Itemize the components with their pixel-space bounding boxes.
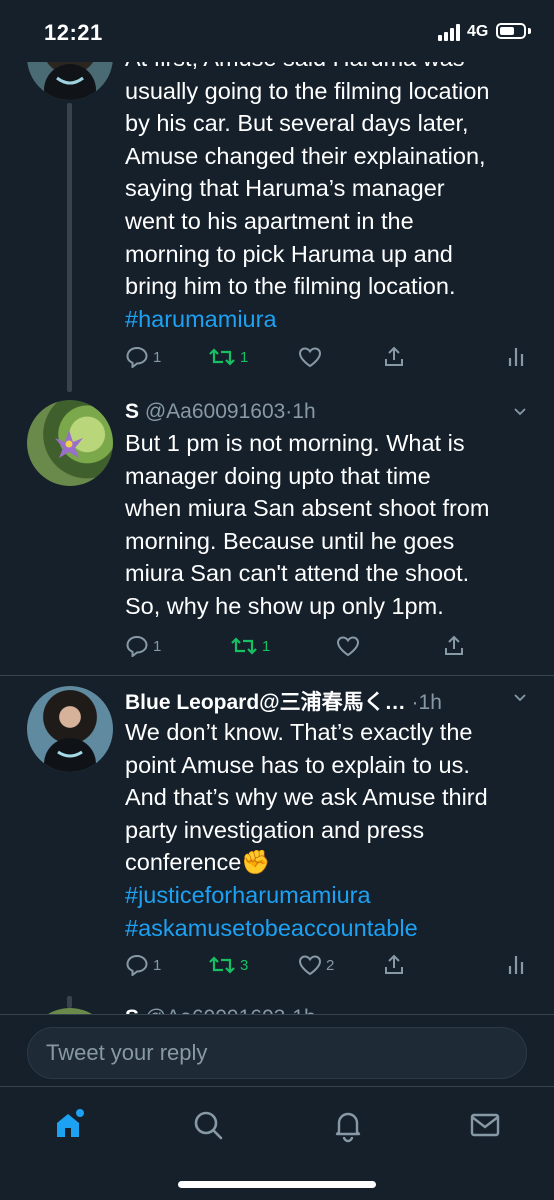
hashtag-link[interactable]: #askamusetobeaccountable [125,912,535,945]
retweet-count: 1 [240,348,249,366]
tweet-header: Blue Leopard@三浦春馬く… ·1h [125,686,442,716]
share-button[interactable] [442,632,466,660]
body-line: went to his apartment in the [125,207,414,234]
reply-count: 1 [153,956,162,974]
avatar[interactable] [27,686,113,772]
retweet-icon [231,637,257,655]
chevron-down-icon[interactable] [514,692,526,704]
tweet-actions: 1 1 [120,343,540,373]
retweet-icon [209,348,235,366]
body-line: by his car. But several days later, [125,110,469,137]
body-line: bring him to the filming location. [125,273,456,300]
home-indicator[interactable] [178,1181,376,1188]
like-count: 2 [326,956,335,974]
author-name[interactable]: S [125,400,139,423]
body-line: Amuse changed their explaination, [125,142,486,169]
avatar[interactable] [27,400,113,486]
tweet-body: At first, Amuse said Haruma was usually … [125,42,535,335]
heart-icon [298,955,322,976]
reply-bar: Tweet your reply [0,1014,554,1085]
analytics-icon [508,956,524,974]
body-line: when miura San absent shoot from [125,495,490,522]
status-bar: 12:21 4G [0,0,554,62]
like-button[interactable] [336,632,360,660]
analytics-icon [508,348,524,366]
tab-notifications[interactable] [328,1105,368,1145]
tab-messages[interactable] [465,1105,505,1145]
body-line: usually going to the filming location [125,77,490,104]
body-line: We don’t know. That’s exactly the [125,719,473,745]
tweet-time: 1h [292,400,316,423]
body-line: But 1 pm is not morning. What is [125,430,465,456]
tweet-body: But 1 pm is not morning. What is manager… [125,427,535,623]
tweet-body: We don’t know. That’s exactly the point … [125,716,535,944]
reply-count: 1 [153,348,162,366]
share-button[interactable] [382,343,406,371]
tab-search[interactable] [188,1105,228,1145]
heart-icon [336,636,360,657]
analytics-button[interactable] [506,343,526,371]
home-icon [57,1109,84,1137]
share-icon [445,635,463,655]
reply-button[interactable]: 1 [125,632,161,660]
body-line: party investigation and press [125,816,425,843]
reply-input[interactable]: Tweet your reply [27,1027,527,1079]
bell-icon [335,1112,361,1143]
tweet-time: 1h [418,691,442,714]
tweet-actions: 1 1 [120,632,540,662]
tweet-thread-screen: 12:21 4G At first, Amuse said Haruma was… [0,0,554,1200]
share-button[interactable] [382,951,406,979]
author-name[interactable]: Blue Leopard@三浦春馬く… [125,691,406,714]
like-button[interactable] [298,343,322,371]
reply-icon [126,635,148,657]
body-line: manager doing upto that time [125,462,431,489]
reply-placeholder: Tweet your reply [46,1040,208,1065]
author-handle[interactable]: @Aa60091603 [145,400,285,423]
hashtag-link[interactable]: #justiceforharumamiura [125,879,535,912]
body-line: miura San can't attend the shoot. [125,560,470,587]
chevron-down-icon[interactable] [514,406,526,418]
body-line: And that’s why we ask Amuse third [125,784,488,811]
envelope-icon [470,1113,500,1137]
tweet-header: S @Aa60091603·1h [125,400,316,424]
battery-icon [496,23,526,39]
heart-icon [298,347,322,368]
tweet-actions: 1 3 2 [120,951,540,981]
reply-icon [126,346,148,368]
separator: · [411,691,419,714]
share-icon [385,346,403,366]
retweet-count: 1 [262,637,271,655]
body-line: So, why he show up only 1pm. [125,592,444,619]
retweet-button[interactable]: 1 [208,343,248,371]
tweet[interactable]: S @Aa60091603·1h But 1 pm is not morning… [0,392,554,676]
signal-icon [438,24,464,41]
hashtag-link[interactable]: #harumamiura [125,303,535,336]
body-line: saying that Haruma’s manager [125,175,445,202]
search-icon [194,1111,223,1140]
reply-icon [126,954,148,976]
reply-button[interactable]: 1 [125,951,161,979]
body-line: conference✊ [125,849,271,876]
status-time: 12:21 [44,20,103,45]
body-line: morning to pick Haruma up and [125,240,453,267]
body-line: morning. Because until he goes [125,527,455,554]
network-type: 4G [467,23,489,40]
tweet[interactable]: Blue Leopard@三浦春馬く… ·1h We don’t know. T… [0,676,554,996]
analytics-button[interactable] [506,951,526,979]
thread-line [67,103,72,392]
body-line: point Amuse has to explain to us. [125,751,470,778]
retweet-icon [209,956,235,974]
reply-button[interactable]: 1 [125,343,161,371]
share-icon [385,954,403,974]
reply-count: 1 [153,637,162,655]
like-button[interactable]: 2 [298,951,334,979]
retweet-count: 3 [240,956,249,974]
retweet-button[interactable]: 3 [208,951,248,979]
tab-home[interactable] [49,1105,89,1145]
thread-line [67,996,72,1008]
retweet-button[interactable]: 1 [230,632,270,660]
